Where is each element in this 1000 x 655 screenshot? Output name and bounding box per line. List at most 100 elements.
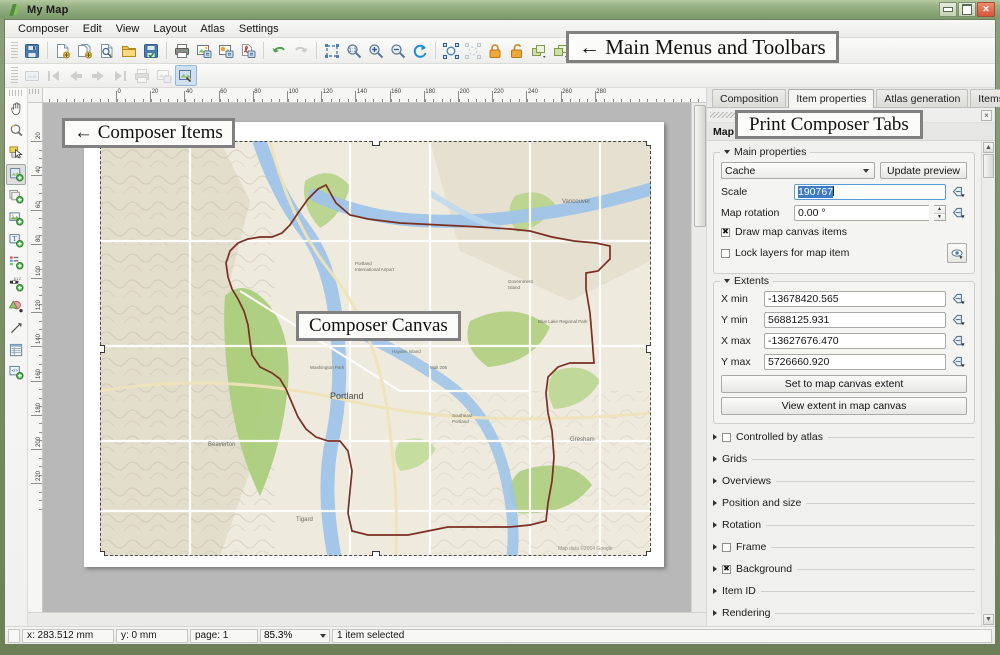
x-max-input[interactable]: -13627676.470 <box>764 333 946 349</box>
previous-feature-icon[interactable] <box>65 65 87 86</box>
status-zoom-combo[interactable]: 85.3% <box>260 629 330 643</box>
section-background[interactable]: ✖ Background <box>713 563 975 575</box>
scroll-down-icon[interactable]: ▼ <box>983 614 994 625</box>
scrollbar-thumb[interactable] <box>694 105 706 227</box>
lock-items-icon[interactable] <box>484 40 506 61</box>
tab-item-properties[interactable]: Item properties <box>788 89 874 108</box>
composer-page[interactable]: Vancouver Portland Beaverton Gresham Tig… <box>84 122 664 567</box>
print-icon[interactable] <box>171 40 193 61</box>
tab-atlas-generation[interactable]: Atlas generation <box>876 89 968 107</box>
main-properties-header[interactable]: Main properties <box>720 146 810 158</box>
section-rendering[interactable]: Rendering <box>713 607 975 619</box>
section-grids[interactable]: Grids <box>713 453 975 465</box>
zoom-actual-icon[interactable]: 1:1 <box>343 40 365 61</box>
set-to-map-canvas-extent-button[interactable]: Set to map canvas extent <box>721 375 967 393</box>
last-feature-icon[interactable] <box>109 65 131 86</box>
render-mode-combo[interactable]: Cache <box>721 162 875 179</box>
properties-scrollbar[interactable]: ▲ ▼ <box>981 141 995 626</box>
select-move-item-icon[interactable] <box>6 142 26 163</box>
export-pdf-icon[interactable] <box>237 40 259 61</box>
map-rotation-spinner[interactable]: ▲▼ <box>934 205 946 221</box>
load-template-icon[interactable] <box>118 40 140 61</box>
x-min-input[interactable]: -13678420.565 <box>764 291 946 307</box>
update-preview-button[interactable]: Update preview <box>880 162 967 179</box>
save-project-icon[interactable] <box>21 40 43 61</box>
export-atlas-image-icon[interactable] <box>153 65 175 86</box>
menu-layout[interactable]: Layout <box>146 22 193 36</box>
add-legend-icon[interactable] <box>6 252 26 273</box>
add-scalebar-icon[interactable]: 0 1 2 <box>6 274 26 295</box>
resize-handle-ne[interactable] <box>646 141 651 146</box>
data-defined-override-xmax-icon[interactable] <box>951 333 967 349</box>
extents-header[interactable]: Extents <box>720 275 773 287</box>
scroll-up-icon[interactable]: ▲ <box>983 142 994 153</box>
draw-map-canvas-items-checkbox[interactable]: ✖ <box>721 228 730 237</box>
lock-layers-checkbox[interactable] <box>721 249 730 258</box>
add-html-icon[interactable]: </> <box>6 362 26 383</box>
menu-view[interactable]: View <box>109 22 147 36</box>
resize-handle-e[interactable] <box>646 345 651 353</box>
toolbar-grip[interactable] <box>11 42 18 59</box>
add-image-icon[interactable] <box>6 186 26 207</box>
group-items-icon[interactable] <box>440 40 462 61</box>
section-controlled-by-atlas[interactable]: Controlled by atlas <box>713 431 975 443</box>
scale-input[interactable]: 190767 <box>794 184 946 200</box>
print-atlas-icon[interactable] <box>131 65 153 86</box>
draw-map-canvas-items-row[interactable]: ✖ Draw map canvas items <box>721 226 967 238</box>
ungroup-items-icon[interactable] <box>462 40 484 61</box>
export-image-icon[interactable] <box>193 40 215 61</box>
canvas-horizontal-scrollbar[interactable] <box>28 612 706 626</box>
section-frame[interactable]: Frame <box>713 541 975 553</box>
minimize-button[interactable] <box>939 2 957 17</box>
zoom-tool-icon[interactable] <box>6 120 26 141</box>
dock-close-icon[interactable]: × <box>981 110 992 121</box>
add-label-icon[interactable]: T <box>6 230 26 251</box>
menu-settings[interactable]: Settings <box>232 22 286 36</box>
add-shape-icon[interactable] <box>6 296 26 317</box>
preview-atlas-icon[interactable] <box>21 65 43 86</box>
first-feature-icon[interactable] <box>43 65 65 86</box>
redo-icon[interactable] <box>290 40 312 61</box>
canvas-vertical-scrollbar[interactable] <box>691 103 706 612</box>
resize-handle-s[interactable] <box>372 551 380 556</box>
add-map-icon[interactable] <box>6 164 26 185</box>
tab-items[interactable]: Items <box>970 89 1000 107</box>
layer-visibility-preset-button[interactable] <box>947 243 967 263</box>
export-svg-icon[interactable] <box>215 40 237 61</box>
composer-canvas[interactable]: Vancouver Portland Beaverton Gresham Tig… <box>43 103 691 612</box>
refresh-icon[interactable] <box>409 40 431 61</box>
y-min-input[interactable]: 5688125.931 <box>764 312 946 328</box>
raise-items-icon[interactable] <box>528 40 550 61</box>
next-feature-icon[interactable] <box>87 65 109 86</box>
data-defined-override-rotation-icon[interactable] <box>951 205 967 221</box>
view-extent-in-map-canvas-button[interactable]: View extent in map canvas <box>721 397 967 415</box>
data-defined-override-ymax-icon[interactable] <box>951 354 967 370</box>
menu-composer[interactable]: Composer <box>11 22 76 36</box>
resize-handle-w[interactable] <box>100 345 105 353</box>
lock-layers-row[interactable]: Lock layers for map item <box>721 243 967 263</box>
controlled-by-atlas-checkbox[interactable] <box>722 433 731 442</box>
maximize-button[interactable] <box>958 2 976 17</box>
data-defined-override-xmin-icon[interactable] <box>951 291 967 307</box>
menu-edit[interactable]: Edit <box>76 22 109 36</box>
map-rotation-input[interactable]: 0.00 ° <box>794 205 929 221</box>
tab-composition[interactable]: Composition <box>712 89 786 107</box>
spinner-up-icon[interactable]: ▲ <box>934 206 945 214</box>
section-position-and-size[interactable]: Position and size <box>713 497 975 509</box>
data-defined-override-scale-icon[interactable] <box>951 184 967 200</box>
zoom-full-icon[interactable] <box>321 40 343 61</box>
pan-tool-icon[interactable] <box>6 98 26 119</box>
unlock-items-icon[interactable] <box>506 40 528 61</box>
toolbar-grip[interactable] <box>9 90 23 96</box>
map-item[interactable]: Vancouver Portland Beaverton Gresham Tig… <box>100 141 651 556</box>
resize-handle-se[interactable] <box>646 551 651 556</box>
add-table-icon[interactable] <box>6 340 26 361</box>
add-picture-icon[interactable] <box>6 208 26 229</box>
y-max-input[interactable]: 5726660.920 <box>764 354 946 370</box>
resize-handle-n[interactable] <box>372 141 380 146</box>
menu-atlas[interactable]: Atlas <box>193 22 231 36</box>
section-rotation[interactable]: Rotation <box>713 519 975 531</box>
spinner-down-icon[interactable]: ▼ <box>934 214 945 221</box>
undo-icon[interactable] <box>268 40 290 61</box>
resize-handle-sw[interactable] <box>100 551 105 556</box>
